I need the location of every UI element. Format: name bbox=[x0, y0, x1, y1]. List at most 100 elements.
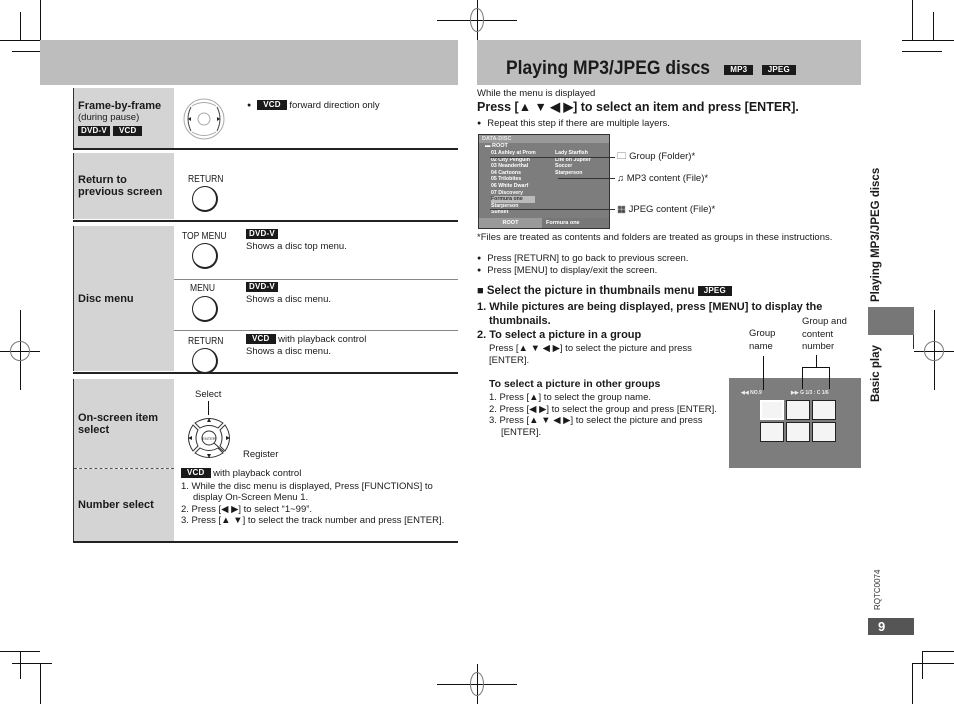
heading-text: Select the picture in thumbnails menu bbox=[486, 285, 695, 297]
step-item: 3. Press [▲ ▼] to select the track numbe… bbox=[181, 515, 445, 526]
desc-text: Shows a disc menu. bbox=[246, 293, 332, 305]
return-button-label: RETURN bbox=[188, 336, 224, 347]
instruction-heading: Press [▲ ▼ ◀ ▶] to select an item and pr… bbox=[477, 100, 799, 114]
thumbnail[interactable] bbox=[812, 400, 836, 420]
row-title: Disc menu bbox=[78, 292, 134, 305]
data-disc-menu-screen: DATA-DISC ▬ ROOT 01 Ashley at Prom 02 Cit… bbox=[478, 134, 610, 229]
bullet-item: Press [MENU] to display/exit the screen. bbox=[487, 264, 658, 276]
frame-note: VCD forward direction only bbox=[247, 100, 380, 112]
mp3-badge: MP3 bbox=[724, 64, 754, 75]
legend-label: JPEG content (File)* bbox=[628, 204, 716, 215]
callout-line bbox=[490, 157, 615, 158]
extra-text: with playback control bbox=[278, 334, 367, 345]
crop-mark bbox=[922, 651, 954, 652]
note-text: forward direction only bbox=[289, 100, 380, 111]
thumbnail-screen: ◀◀ NO.9 ▶▶ G 1/3 : C 1/6 bbox=[729, 378, 861, 468]
menu-item[interactable]: Formura one bbox=[491, 196, 535, 203]
top-menu-desc: DVD-V Shows a disc top menu. bbox=[246, 229, 347, 252]
row-label-disc-menu: Disc menu bbox=[74, 226, 174, 371]
vcd-badge: VCD bbox=[246, 334, 276, 345]
crop-mark bbox=[902, 51, 942, 52]
row-label-frame-by-frame: Frame-by-frame (during pause) DVD-V VCD bbox=[74, 88, 174, 148]
return-button[interactable] bbox=[192, 186, 218, 212]
menu-item[interactable]: 01 Ashley at Prom bbox=[491, 150, 536, 157]
crop-mark bbox=[912, 663, 913, 704]
menu-item[interactable]: Soccer bbox=[555, 163, 591, 170]
row-label-on-screen-select: On-screen item select bbox=[74, 379, 174, 468]
top-menu-button[interactable] bbox=[192, 243, 218, 269]
registration-mark bbox=[10, 341, 30, 361]
menu-button[interactable] bbox=[192, 296, 218, 322]
row-divider bbox=[174, 279, 458, 280]
screen-group-number: ▶▶ G 1/3 : C 1/6 bbox=[791, 390, 829, 396]
number-select-desc: VCD with playback control 1. While the d… bbox=[181, 468, 456, 527]
step-item: 3. Press [▲ ▼ ◀ ▶] to select the picture… bbox=[489, 415, 703, 438]
crop-mark bbox=[922, 651, 923, 679]
bullet-item: Press [RETURN] to go back to previous sc… bbox=[487, 253, 689, 264]
thumbnail[interactable] bbox=[760, 422, 784, 442]
return-desc: VCD with playback control Shows a disc m… bbox=[246, 334, 366, 357]
menu-item[interactable]: 07 Discovery bbox=[491, 190, 536, 197]
footer-root: ROOT bbox=[502, 220, 519, 226]
table-divider bbox=[73, 220, 458, 222]
side-tab-section: Basic play bbox=[870, 345, 882, 402]
group-name-value: NO.9 bbox=[750, 390, 762, 396]
registration-mark bbox=[470, 8, 484, 32]
table-divider bbox=[73, 372, 458, 374]
jpeg-badge: JPEG bbox=[761, 64, 796, 75]
return-button-label: RETURN bbox=[188, 174, 224, 185]
callout-group-content: Group and content number bbox=[802, 316, 847, 352]
select-callout: Select bbox=[195, 389, 222, 400]
step-item: 2. Press [◀ ▶] to select “1~99”. bbox=[181, 503, 313, 515]
row-title: Return to previous screen bbox=[78, 174, 163, 198]
step-1: 1. While pictures are being displayed, p… bbox=[477, 301, 823, 327]
thumbnail[interactable] bbox=[812, 422, 836, 442]
doc-code: RQTC0074 bbox=[873, 569, 882, 610]
thumbnails-heading: ■ Select the picture in thumbnails menu … bbox=[477, 285, 732, 297]
table-divider bbox=[73, 541, 458, 543]
thumbnail[interactable] bbox=[786, 422, 810, 442]
jpeg-badge: JPEG bbox=[697, 285, 732, 296]
row-divider bbox=[174, 330, 458, 331]
row-title: Frame-by-frame bbox=[78, 99, 162, 112]
thumbnail-selected[interactable] bbox=[760, 400, 784, 420]
menu-item[interactable]: Lady Starfish bbox=[555, 150, 591, 157]
menu-item[interactable]: 04 Cartoons bbox=[491, 170, 536, 177]
callout-group-name: Group name bbox=[749, 328, 776, 352]
menu-item[interactable]: Sunset bbox=[491, 209, 536, 216]
callout-line bbox=[208, 401, 209, 415]
callout-line bbox=[558, 178, 615, 179]
side-tab-marker bbox=[868, 307, 914, 335]
direction-pad-icon[interactable]: ENTER bbox=[184, 414, 234, 462]
menu-item[interactable]: Starperson bbox=[555, 170, 591, 177]
group-number-value: G 1/3 : C 1/6 bbox=[800, 390, 829, 396]
screen-group-name: ◀◀ NO.9 bbox=[741, 390, 762, 396]
step-item: 1. Press [▲] to select the group name. bbox=[489, 392, 652, 403]
menu-right-list: Lady Starfish Life on Jupiter Soccer Starpe… bbox=[555, 150, 591, 176]
menu-item[interactable]: 05 Trilobites bbox=[491, 176, 536, 183]
screen-header: DATA-DISC bbox=[479, 135, 609, 143]
step-item: 1. While the disc menu is displayed, Pre… bbox=[181, 480, 433, 504]
row-title: On-screen item select bbox=[78, 411, 159, 436]
right-header-band: Playing MP3/JPEG discs MP3 JPEG bbox=[477, 40, 861, 85]
return-button[interactable] bbox=[192, 348, 218, 374]
thumbnail[interactable] bbox=[786, 400, 810, 420]
menu-item[interactable]: 03 Neanderthal bbox=[491, 163, 536, 170]
menu-button-label: MENU bbox=[190, 283, 216, 294]
menu-item[interactable]: 06 White Dwarf bbox=[491, 183, 536, 190]
folder-icon: 🗀 bbox=[617, 151, 627, 162]
row-label-return: Return to previous screen bbox=[74, 153, 174, 219]
desc-text: Shows a disc menu. bbox=[246, 345, 332, 357]
top-menu-button-label: TOP MENU bbox=[182, 231, 227, 242]
legend-folder: 🗀 Group (Folder)* bbox=[617, 151, 695, 163]
vcd-badge: VCD bbox=[112, 125, 143, 136]
callout-line bbox=[763, 356, 764, 390]
dvd-v-badge: DVD-V bbox=[246, 229, 278, 240]
dvd-v-badge: DVD-V bbox=[78, 125, 110, 136]
legend-label: MP3 content (File)* bbox=[626, 173, 709, 184]
repeat-note: Repeat this step if there are multiple l… bbox=[477, 118, 670, 130]
side-tab-chapter: Playing MP3/JPEG discs bbox=[870, 167, 882, 302]
crop-mark bbox=[20, 651, 21, 679]
direction-pad-icon bbox=[183, 98, 225, 140]
page-title: Playing MP3/JPEG discs bbox=[506, 58, 711, 79]
